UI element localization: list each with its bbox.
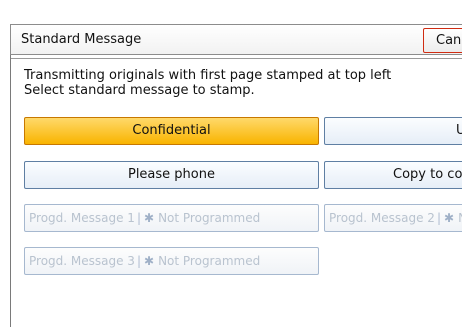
please-phone-button[interactable]: Please phone bbox=[24, 161, 319, 189]
header-divider bbox=[10, 58, 462, 59]
separator: | bbox=[136, 254, 141, 268]
star-icon: ✱ bbox=[144, 254, 155, 268]
header-bar: Standard Message Can bbox=[10, 24, 462, 55]
panel-left-border bbox=[10, 55, 11, 327]
separator: | bbox=[436, 211, 441, 225]
instruction-line-2: Select standard message to stamp. bbox=[24, 83, 255, 98]
star-icon: ✱ bbox=[144, 211, 155, 225]
programmed-message-3-status: Not Programmed bbox=[158, 254, 261, 268]
cancel-button[interactable]: Can bbox=[423, 28, 462, 53]
programmed-message-2-status: N bbox=[458, 211, 462, 225]
programmed-message-3-label: Progd. Message 3 bbox=[29, 254, 135, 268]
programmed-message-2-label: Progd. Message 2 bbox=[329, 211, 435, 225]
programmed-message-1-status: Not Programmed bbox=[158, 211, 261, 225]
instruction-text: Transmitting originals with first page s… bbox=[24, 68, 391, 98]
confidential-button[interactable]: Confidential bbox=[24, 117, 319, 145]
programmed-message-2-button[interactable]: Progd. Message 2|✱N bbox=[324, 204, 462, 232]
programmed-message-1-button[interactable]: Progd. Message 1 | ✱ Not Programmed bbox=[24, 204, 319, 232]
programmed-message-3-button[interactable]: Progd. Message 3 | ✱ Not Programmed bbox=[24, 247, 319, 275]
screen: Standard Message Can Transmitting origin… bbox=[0, 0, 462, 327]
instruction-line-1: Transmitting originals with first page s… bbox=[24, 68, 392, 83]
separator: | bbox=[136, 211, 141, 225]
page-title: Standard Message bbox=[21, 32, 142, 47]
copy-to-button[interactable]: Copy to co bbox=[324, 161, 462, 189]
programmed-message-1-label: Progd. Message 1 bbox=[29, 211, 135, 225]
urgent-button[interactable]: Ur bbox=[324, 117, 462, 145]
star-icon: ✱ bbox=[444, 211, 455, 225]
